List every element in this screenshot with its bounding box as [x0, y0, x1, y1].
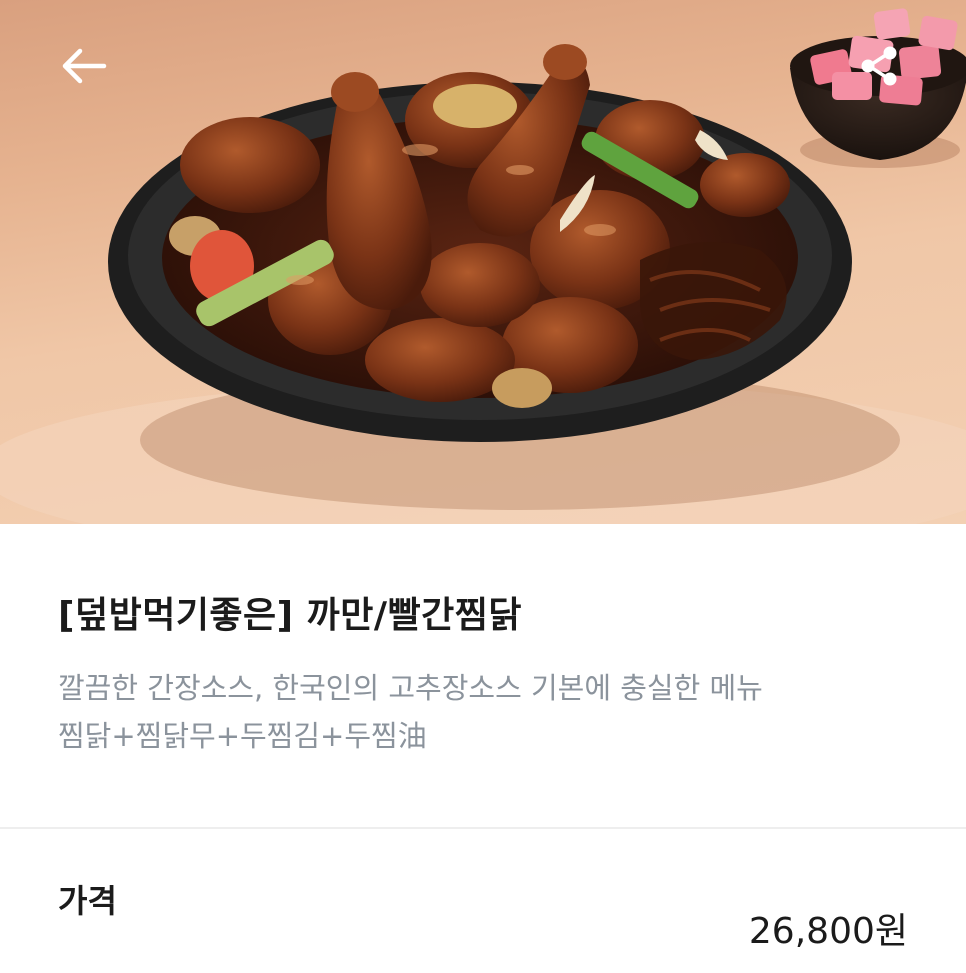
menu-description-line-1: 깔끔한 간장소스, 한국인의 고추장소스 기본에 충실한 메뉴	[58, 671, 763, 705]
price-label: 가격	[58, 882, 117, 920]
menu-description-line-2: 찜닭+찜닭무+두찜김+두찜油	[58, 719, 427, 753]
price-value: 26,800원	[748, 911, 908, 952]
section-divider	[0, 827, 966, 829]
share-button[interactable]	[848, 34, 912, 98]
jjimdak-food-photo	[0, 8, 966, 524]
menu-title: [덮밥먹기좋은] 까만/빨간찜닭	[58, 595, 523, 636]
share-icon	[861, 46, 897, 86]
arrow-left-icon	[62, 48, 107, 84]
hero-image-area	[0, 0, 966, 524]
menu-description: 깔끔한 간장소스, 한국인의 고추장소스 기본에 충실한 메뉴 찜닭+찜닭무+두…	[58, 664, 763, 760]
back-button[interactable]	[52, 34, 116, 98]
